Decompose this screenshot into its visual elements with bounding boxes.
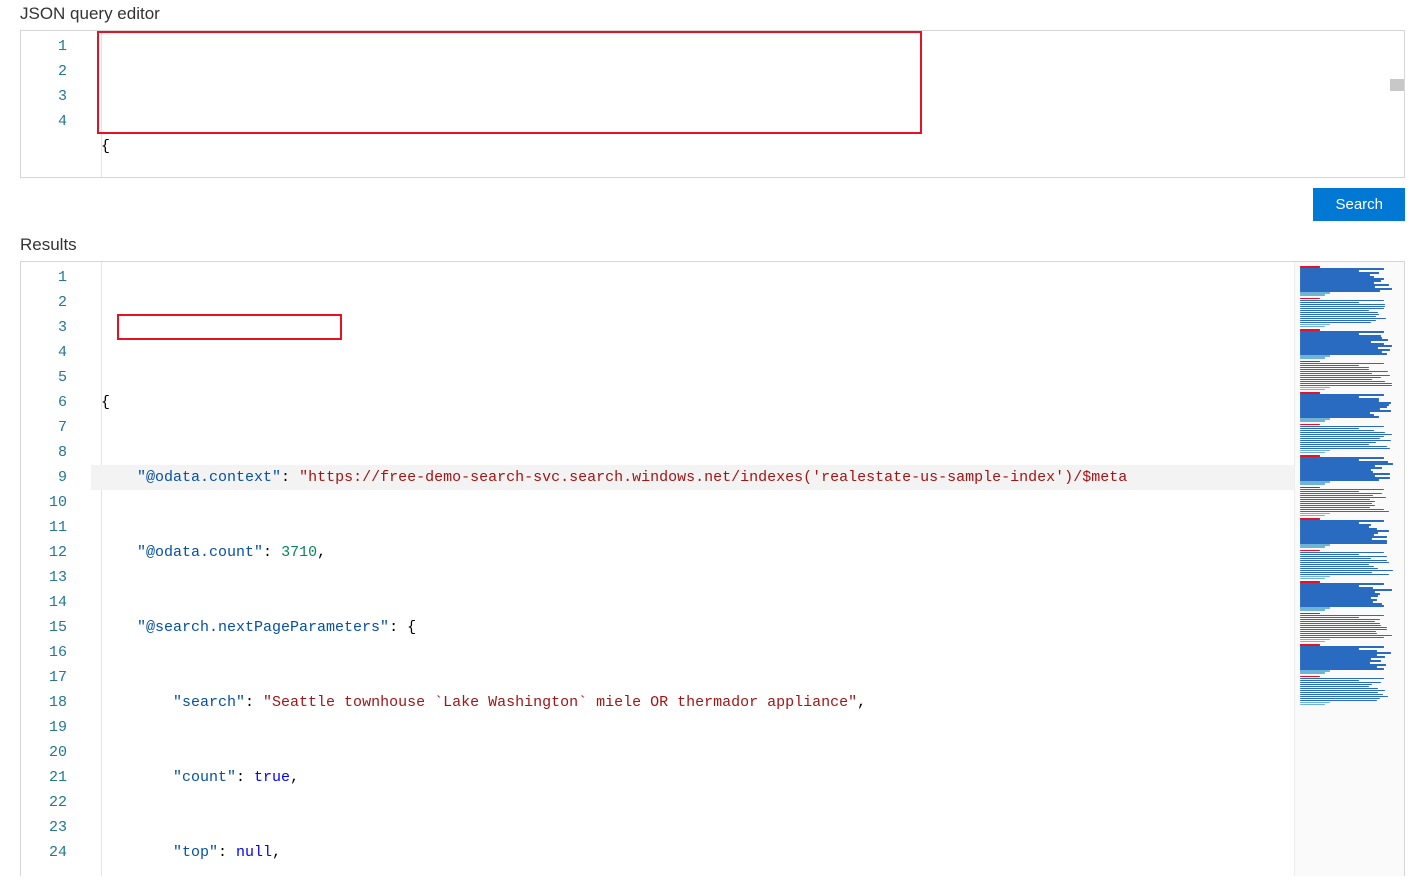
minimap[interactable] [1294,262,1404,876]
results-gutter: 1 2 3 4 5 6 7 8 9 10 11 12 13 14 15 16 1… [21,262,91,876]
query-editor-title: JSON query editor [0,0,1425,30]
results-viewer[interactable]: 1 2 3 4 5 6 7 8 9 10 11 12 13 14 15 16 1… [20,261,1405,876]
odata-count-highlight-box [117,314,342,340]
results-title: Results [0,231,1425,261]
results-code[interactable]: { "@odata.context": "https://free-demo-s… [91,262,1294,876]
query-highlight-box [97,31,922,134]
query-code[interactable]: { "search": "Seattle townhouse `Lake Was… [91,31,1404,177]
search-button[interactable]: Search [1313,188,1405,221]
query-gutter: 1 2 3 4 [21,31,91,177]
query-editor[interactable]: 1 2 3 4 { "search": "Seattle townhouse `… [20,30,1405,178]
